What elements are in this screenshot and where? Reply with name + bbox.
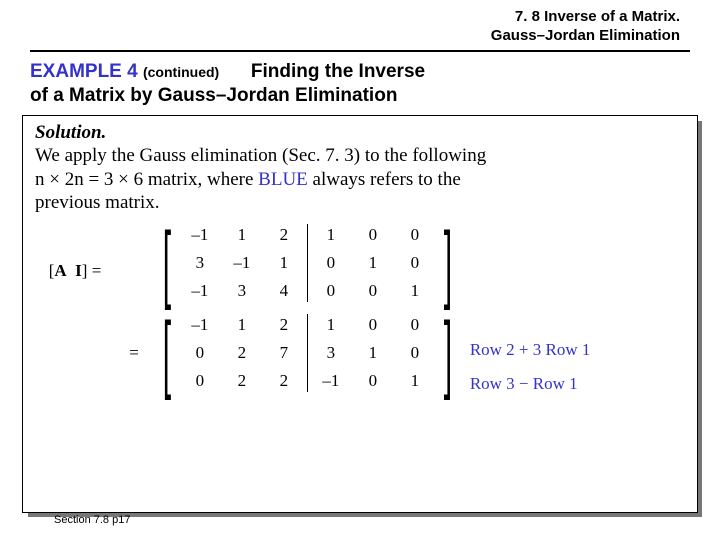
cell: 0 [179,367,221,395]
header-rule [30,50,690,52]
lhs: [A I] = [35,221,115,281]
sol-line-1: We apply the Gauss elimination (Sec. 7. … [35,145,486,166]
solution-head: Solution. [35,122,685,144]
cell: 1 [263,249,305,277]
row-operations: Row 2 + 3 Row 1 Row 3 − Row 1 [470,221,591,401]
example-continued: (continued) [143,64,219,80]
cell: 1 [352,249,394,277]
example-title-1: Finding the Inverse [251,61,425,82]
example-title-2: of a Matrix by Gauss–Jordan Elimination [30,85,397,106]
example-heading: EXAMPLE 4 (continued) Finding the Invers… [0,58,720,109]
cell: 0 [352,311,394,339]
aug-bar [307,224,308,302]
cell: 0 [179,339,221,367]
lhs-I: I [75,261,82,280]
sol-line-3: previous matrix. [35,192,160,213]
cell: 1 [221,311,263,339]
cell: 1 [310,221,352,249]
bracket-open-icon: [ [163,228,171,298]
cell: 0 [352,277,394,305]
cell: 1 [394,277,436,305]
cell: 2 [221,339,263,367]
eq-2: = [125,343,143,363]
cell: 0 [394,221,436,249]
matrix-1-right: 100 010 001 [310,221,436,305]
cell: –1 [310,367,352,395]
cell: 0 [352,221,394,249]
cell: 1 [310,311,352,339]
bracket-close-icon: ] [444,228,452,298]
row-op-1: Row 2 + 3 Row 1 [470,333,591,367]
header-line-1: 7. 8 Inverse of a Matrix. [515,8,680,25]
cell: 2 [263,221,305,249]
aug-bar [307,314,308,392]
slide-header: 7. 8 Inverse of a Matrix. Gauss–Jordan E… [0,0,720,48]
cell: 2 [221,367,263,395]
solution-box-wrap: Solution. We apply the Gauss elimination… [22,115,698,513]
cell: 7 [263,339,305,367]
cell: 3 [221,277,263,305]
matrix-2-right: 100 310 –101 [310,311,436,395]
cell: 1 [221,221,263,249]
matrix-1-left: –112 3–11 –134 [179,221,305,305]
matrix-1: [ –112 3–11 –134 100 010 001 [155,221,460,305]
footer: Section 7.8 p17 [54,514,130,526]
cell: 3 [310,339,352,367]
example-label: EXAMPLE 4 [30,61,138,82]
math-area: [A I] = [ –112 3–11 –134 [35,221,685,401]
lhs-close: ] [82,261,88,280]
cell: 3 [179,249,221,277]
lhs-eq: = [92,261,102,280]
matrix-1-row: [ –112 3–11 –134 100 010 001 [125,221,460,305]
cell: 0 [394,249,436,277]
slide: 7. 8 Inverse of a Matrix. Gauss–Jordan E… [0,0,720,540]
cell: 1 [394,367,436,395]
cell: 0 [310,277,352,305]
cell: 1 [352,339,394,367]
cell: 2 [263,311,305,339]
cell: –1 [179,277,221,305]
matrix-2: [ –112 027 022 100 310 –101 [155,311,460,395]
solution-text: We apply the Gauss elimination (Sec. 7. … [35,144,685,215]
matrix-2-row: = [ –112 027 022 100 310 [125,311,460,395]
matrix-2-left: –112 027 022 [179,311,305,395]
bracket-close-icon: ] [444,318,452,388]
cell: 0 [310,249,352,277]
header-line-2: Gauss–Jordan Elimination [491,27,680,44]
cell: 0 [394,339,436,367]
cell: 2 [263,367,305,395]
matrices: [ –112 3–11 –134 100 010 001 [125,221,460,395]
cell: 4 [263,277,305,305]
cell: 0 [352,367,394,395]
lhs-A: A [54,261,66,280]
cell: –1 [179,221,221,249]
cell: –1 [179,311,221,339]
sol-line-2a: n × 2n = 3 × 6 matrix, where [35,169,258,190]
sol-line-2b: always refers to the [308,169,461,190]
row-op-2: Row 3 − Row 1 [470,367,591,401]
sol-blue: BLUE [258,169,308,190]
solution-box: Solution. We apply the Gauss elimination… [22,115,698,513]
cell: 0 [394,311,436,339]
cell: –1 [221,249,263,277]
bracket-open-icon: [ [163,318,171,388]
